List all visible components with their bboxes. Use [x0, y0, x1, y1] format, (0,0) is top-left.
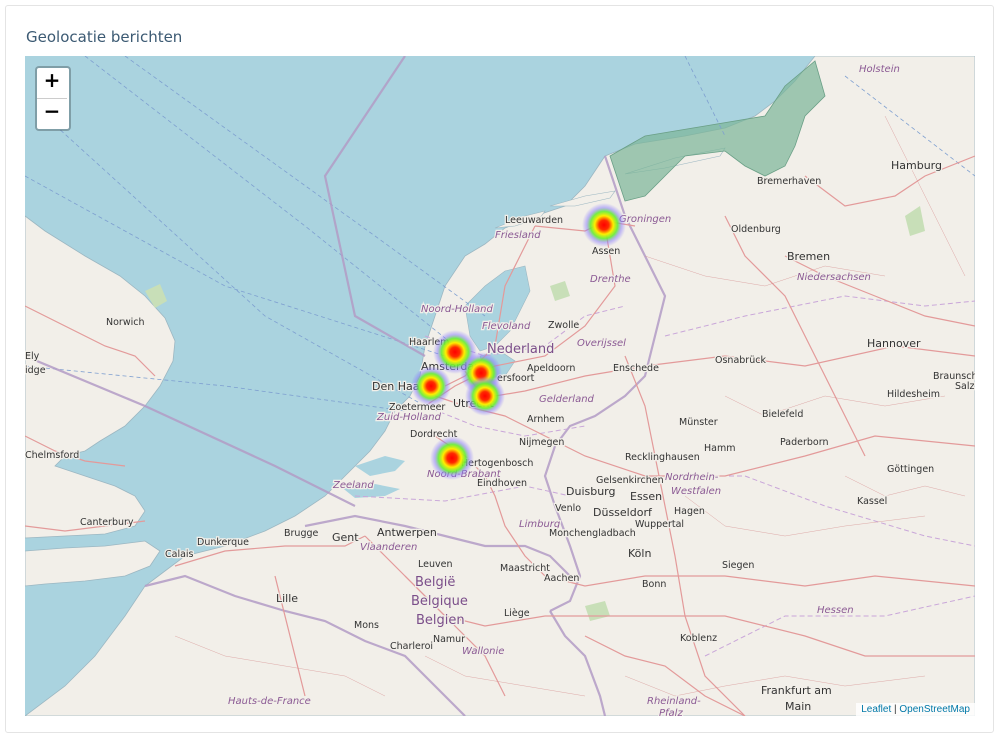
label-belgien: Belgien — [416, 613, 465, 628]
label-leuven: Leuven — [418, 559, 452, 570]
label-nijmegen: Nijmegen — [519, 437, 564, 448]
label-bremen: Bremen — [787, 250, 830, 263]
label-gelderland: Gelderland — [539, 394, 595, 405]
label-flevoland: Flevoland — [482, 321, 531, 332]
label-wallonie: Wallonie — [462, 646, 504, 657]
label-hamburg: Hamburg — [891, 159, 942, 172]
label-dusseldorf: Düsseldorf — [593, 506, 653, 519]
label-duisburg: Duisburg — [566, 485, 616, 498]
label-pfalz: Pfalz — [659, 708, 683, 716]
map-tiles[interactable]: Holstein Hamburg Bremerhaven Leeuwarden … — [25, 56, 975, 716]
label-bremerhaven: Bremerhaven — [757, 176, 821, 187]
label-main: Main — [785, 700, 811, 713]
label-holstein: Holstein — [859, 64, 900, 75]
label-eindhoven: Eindhoven — [477, 478, 527, 489]
label-friesland: Friesland — [495, 230, 541, 241]
label-vlaanderen: Vlaanderen — [360, 542, 417, 553]
label-groningen: Groningen — [619, 214, 671, 225]
label-dunkerque: Dunkerque — [197, 537, 249, 548]
heat-point-utrecht — [465, 376, 505, 416]
label-hessen: Hessen — [817, 605, 854, 616]
label-koblenz: Koblenz — [680, 633, 717, 644]
openstreetmap-link[interactable]: OpenStreetMap — [899, 704, 970, 715]
label-zwolle: Zwolle — [548, 320, 579, 331]
label-lille: Lille — [276, 592, 298, 605]
label-recklinghausen: Recklinghausen — [625, 452, 700, 463]
label-gelsenkirchen: Gelsenkirchen — [596, 475, 664, 486]
label-antwerpen: Antwerpen — [377, 526, 437, 539]
label-liege: Liège — [504, 608, 530, 619]
label-nordrhein: Nordrhein- — [665, 472, 719, 483]
map-container[interactable]: Holstein Hamburg Bremerhaven Leeuwarden … — [25, 56, 975, 716]
label-assen: Assen — [592, 246, 620, 257]
label-munster: Münster — [679, 417, 718, 428]
label-osnabruck: Osnabrück — [715, 355, 766, 366]
heat-point-groningen — [582, 203, 626, 247]
label-westfalen: Westfalen — [671, 486, 721, 497]
label-bridge: idge — [25, 365, 46, 376]
label-overijssel: Overijssel — [577, 338, 626, 349]
label-hagen: Hagen — [674, 506, 705, 517]
label-nederland: Nederland — [487, 342, 554, 357]
map-attribution: Leaflet | OpenStreetMap — [856, 703, 975, 716]
label-amersfoort: ersfoort — [497, 373, 535, 384]
label-salz: Salz — [955, 381, 974, 392]
label-hamm: Hamm — [704, 443, 735, 454]
label-gottingen: Göttingen — [887, 464, 934, 475]
heat-point-hertogenbosch — [430, 436, 474, 480]
label-canterbury: Canterbury — [80, 517, 134, 528]
label-namur: Namur — [433, 634, 465, 645]
label-aachen: Aachen — [544, 573, 579, 584]
label-paderborn: Paderborn — [780, 437, 829, 448]
label-mons: Mons — [354, 620, 379, 631]
label-ely: Ely — [25, 351, 40, 362]
label-bonn: Bonn — [642, 579, 666, 590]
label-brugge: Brugge — [284, 528, 319, 539]
label-drenthe: Drenthe — [590, 274, 631, 285]
label-monchengladbach: Monchengladbach — [549, 528, 636, 539]
zoom-out-button[interactable]: − — [37, 98, 67, 129]
zoom-in-button[interactable]: + — [37, 68, 67, 98]
label-wuppertal: Wuppertal — [635, 519, 684, 530]
label-zeeland: Zeeland — [332, 480, 374, 491]
panel-title: Geolocatie berichten — [26, 28, 183, 46]
label-norwich: Norwich — [106, 317, 144, 328]
label-venlo: Venlo — [555, 503, 581, 514]
label-charleroi: Charleroi — [390, 641, 433, 652]
label-calais: Calais — [165, 549, 194, 560]
label-arnhem: Arnhem — [527, 414, 564, 425]
label-kassel: Kassel — [857, 496, 887, 507]
label-belgique: Belgique — [411, 594, 468, 609]
label-leeuwarden: Leeuwarden — [505, 215, 563, 226]
label-chelmsford: Chelmsford — [25, 450, 79, 461]
label-niedersachsen: Niedersachsen — [797, 272, 871, 283]
zoom-control: + − — [35, 66, 71, 131]
label-bielefeld: Bielefeld — [762, 409, 803, 420]
label-hildesheim: Hildesheim — [887, 389, 940, 400]
label-apeldoorn: Apeldoorn — [527, 363, 575, 374]
label-hannover: Hannover — [867, 337, 921, 350]
label-gent: Gent — [332, 531, 359, 544]
label-zuid-holland: Zuid-Holland — [376, 412, 442, 423]
label-siegen: Siegen — [722, 560, 754, 571]
label-noord-holland: Noord-Holland — [421, 304, 493, 315]
label-oldenburg: Oldenburg — [731, 224, 781, 235]
label-frankfurt: Frankfurt am — [761, 684, 832, 697]
label-rheinland: Rheinland- — [647, 696, 701, 707]
heat-point-den-haag — [411, 366, 451, 406]
leaflet-link[interactable]: Leaflet — [861, 704, 891, 715]
label-belgie: België — [415, 575, 455, 590]
label-enschede: Enschede — [613, 363, 659, 374]
label-maastricht: Maastricht — [500, 563, 550, 574]
label-koln: Köln — [628, 547, 651, 560]
label-essen: Essen — [630, 490, 662, 503]
label-hauts-de-france: Hauts-de-France — [228, 696, 311, 707]
